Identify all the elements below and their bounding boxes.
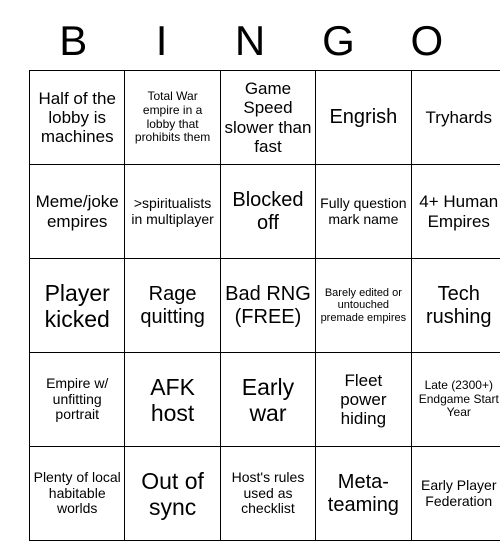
bingo-cell[interactable]: Early Player Federation [410,446,500,541]
bingo-cell[interactable]: AFK host [124,352,221,447]
header-letter-i: I [155,17,168,64]
header-letter-b: B [59,17,88,64]
bingo-cell[interactable]: >spiritualists in multiplayer [124,164,221,259]
bingo-cell[interactable]: Early war [219,352,317,447]
bingo-row: Meme/joke empires >spiritualists in mult… [28,164,500,259]
header-letter-n: N [234,17,266,64]
header-letter-o: O [410,17,444,64]
bingo-cell[interactable]: Meta-teaming [315,446,412,541]
bingo-cell[interactable]: Tryhards [410,70,500,165]
bingo-row: Empire w/ unfitting portrait AFK host Ea… [28,352,500,447]
bingo-cell-free[interactable]: Bad RNG (FREE) [219,258,317,353]
bingo-cell[interactable]: Engrish [315,70,412,165]
bingo-row: Half of the lobby is machines Total War … [28,70,500,165]
bingo-cell[interactable]: Empire w/ unfitting portrait [28,352,126,447]
bingo-header: B I N G O [29,12,471,70]
bingo-cell[interactable]: Player kicked [28,258,126,353]
bingo-cell[interactable]: Meme/joke empires [28,164,126,259]
bingo-cell[interactable]: Game Speed slower than fast [219,70,317,165]
bingo-cell[interactable]: Late (2300+) Endgame Start Year [410,352,500,447]
bingo-row: Plenty of local habitable worlds Out of … [28,446,500,541]
bingo-cell[interactable]: Half of the lobby is machines [28,70,126,165]
bingo-cell[interactable]: Fleet power hiding [315,352,412,447]
bingo-grid: Half of the lobby is machines Total War … [28,70,500,541]
bingo-cell[interactable]: Tech rushing [410,258,500,353]
bingo-cell[interactable]: Rage quitting [124,258,221,353]
bingo-cell[interactable]: Out of sync [124,446,221,541]
bingo-cell[interactable]: Barely edited or untouched premade empir… [315,258,412,353]
bingo-cell[interactable]: Fully question mark name [315,164,412,259]
bingo-card: B I N G O Half of the lobby is machines … [28,12,500,541]
bingo-cell[interactable]: Total War empire in a lobby that prohibi… [124,70,221,165]
bingo-cell[interactable]: Host's rules used as checklist [219,446,317,541]
header-letter-g: G [322,17,355,64]
bingo-cell[interactable]: 4+ Human Empires [410,164,500,259]
bingo-row: Player kicked Rage quitting Bad RNG (FRE… [28,258,500,353]
bingo-cell[interactable]: Blocked off [219,164,317,259]
bingo-cell[interactable]: Plenty of local habitable worlds [28,446,126,541]
